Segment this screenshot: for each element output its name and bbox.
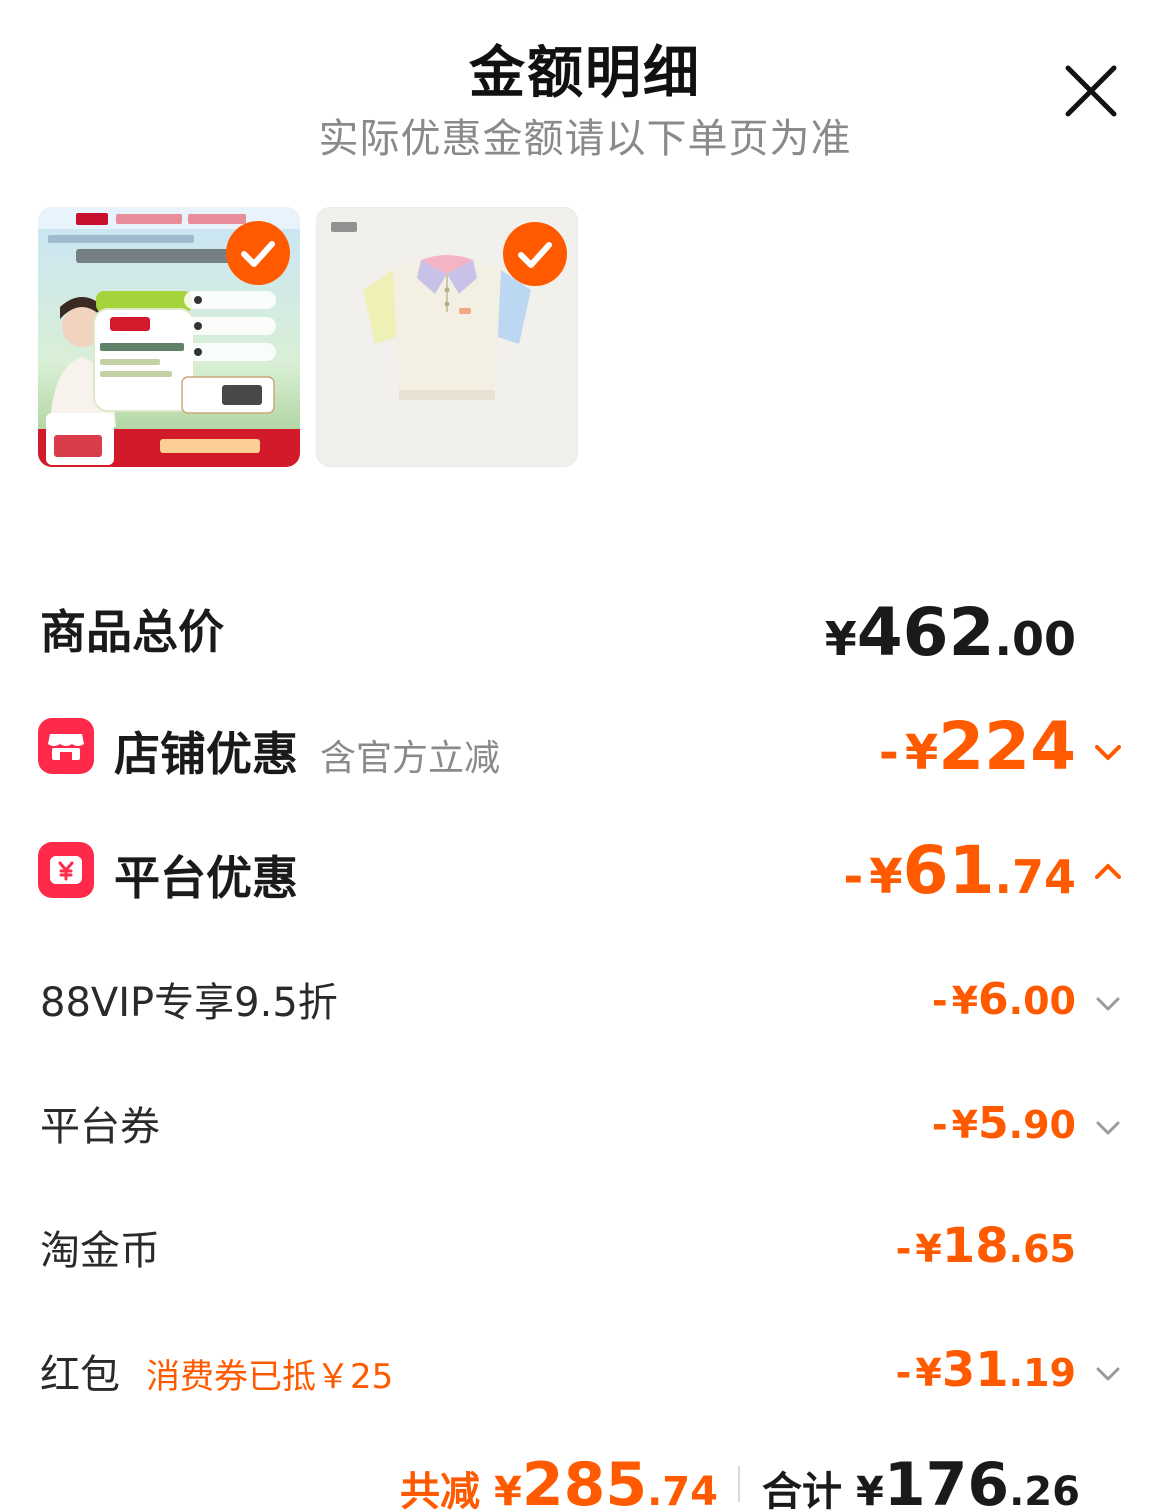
amount-decimal: .74 bbox=[647, 1469, 718, 1512]
currency-symbol: ¥ bbox=[915, 1227, 942, 1271]
yuan-coupon-icon bbox=[38, 842, 94, 898]
amount-decimal: .74 bbox=[994, 850, 1077, 904]
amount-integer: 462 bbox=[856, 594, 995, 671]
selected-check[interactable] bbox=[503, 222, 567, 286]
minus-sign: - bbox=[843, 849, 864, 905]
grand-total-label: 合计 bbox=[762, 1469, 842, 1512]
chevron-down-icon[interactable] bbox=[1090, 1356, 1126, 1392]
total-saved: 共减 ¥285.74 bbox=[400, 1450, 718, 1512]
detail-label: 红包 bbox=[40, 1352, 120, 1398]
sheet-header: 金额明细 实际优惠金额请以下单页为准 bbox=[0, 0, 1170, 180]
amount-integer: 31 bbox=[941, 1342, 1009, 1398]
platform-discount-label: 平台优惠 bbox=[114, 851, 298, 905]
footer-divider bbox=[738, 1466, 740, 1502]
minus-sign: - bbox=[931, 1103, 948, 1147]
grand-total: 合计 ¥176.26 bbox=[762, 1450, 1080, 1512]
minus-sign: - bbox=[895, 1351, 912, 1395]
shop-discount-row[interactable]: 店铺优惠 含官方立减 - ¥224 bbox=[0, 708, 1170, 788]
detail-row-taojinbi: 淘金币 - ¥18.65 bbox=[0, 1212, 1170, 1282]
minus-sign: - bbox=[895, 1227, 912, 1271]
currency-symbol: ¥ bbox=[869, 849, 903, 905]
amount-integer: 224 bbox=[938, 708, 1076, 785]
amount-integer: 6 bbox=[978, 974, 1009, 1025]
amount-integer: 285 bbox=[521, 1450, 648, 1512]
currency-symbol: ¥ bbox=[951, 1103, 979, 1147]
chevron-up-icon[interactable] bbox=[1090, 854, 1126, 890]
platform-discount-amount: - ¥61.74 bbox=[843, 832, 1076, 909]
currency-symbol: ¥ bbox=[904, 725, 939, 781]
amount-decimal: .00 bbox=[1008, 979, 1076, 1023]
close-icon[interactable] bbox=[1062, 62, 1120, 120]
amount-decimal: .26 bbox=[1009, 1469, 1080, 1512]
selected-check[interactable] bbox=[226, 221, 290, 285]
currency-symbol: ¥ bbox=[951, 979, 979, 1023]
amount-integer: 176 bbox=[883, 1450, 1010, 1512]
amount-decimal: .90 bbox=[1008, 1103, 1076, 1147]
total-price-row: 商品总价 ¥462.00 bbox=[0, 594, 1170, 671]
amount-decimal: .00 bbox=[994, 612, 1077, 666]
total-price-label: 商品总价 bbox=[40, 605, 224, 659]
currency-symbol: ¥ bbox=[915, 1351, 942, 1395]
amount-integer: 61 bbox=[902, 832, 995, 909]
detail-label: 平台券 bbox=[40, 1104, 160, 1150]
chevron-down-icon[interactable] bbox=[1090, 1110, 1126, 1146]
detail-label: 88VIP专享9.5折 bbox=[40, 980, 338, 1026]
product-thumb-polo[interactable] bbox=[316, 207, 578, 467]
amount-decimal: .19 bbox=[1008, 1351, 1076, 1395]
shop-icon bbox=[38, 718, 94, 774]
shop-discount-amount: - ¥224 bbox=[879, 708, 1076, 785]
detail-row-88vip[interactable]: 88VIP专享9.5折 - ¥6.00 bbox=[0, 964, 1170, 1034]
red-packet-label-group: 红包 消费券已抵￥25 bbox=[40, 1342, 393, 1400]
platform-discount-row[interactable]: 平台优惠 - ¥61.74 bbox=[0, 832, 1170, 912]
chevron-down-icon[interactable] bbox=[1090, 986, 1126, 1022]
amount-integer: 18 bbox=[941, 1218, 1009, 1274]
product-thumb-supplement[interactable] bbox=[38, 207, 300, 467]
detail-amount: - ¥6.00 bbox=[932, 974, 1076, 1025]
detail-row-red-packet[interactable]: 红包 消费券已抵￥25 - ¥31.19 bbox=[0, 1336, 1170, 1406]
minus-sign: - bbox=[931, 979, 948, 1023]
shop-discount-label: 店铺优惠 bbox=[114, 727, 298, 781]
currency-symbol: ¥ bbox=[856, 1469, 884, 1512]
detail-amount: - ¥31.19 bbox=[896, 1342, 1076, 1398]
detail-amount: - ¥5.90 bbox=[932, 1098, 1076, 1149]
shop-discount-label-group: 店铺优惠 含官方立减 bbox=[114, 718, 500, 784]
currency-symbol: ¥ bbox=[494, 1469, 522, 1512]
chevron-down-icon[interactable] bbox=[1090, 734, 1126, 770]
page-title: 金额明细 bbox=[469, 41, 701, 106]
minus-sign: - bbox=[878, 725, 899, 781]
currency-symbol: ¥ bbox=[824, 612, 857, 666]
red-packet-note: 消费券已抵￥25 bbox=[146, 1357, 394, 1397]
page-subtitle: 实际优惠金额请以下单页为准 bbox=[318, 116, 852, 162]
amount-decimal: .65 bbox=[1008, 1227, 1076, 1271]
detail-label: 淘金币 bbox=[40, 1228, 160, 1274]
total-saved-label: 共减 bbox=[400, 1469, 480, 1512]
detail-row-platform-coupon[interactable]: 平台券 - ¥5.90 bbox=[0, 1088, 1170, 1158]
detail-amount: - ¥18.65 bbox=[896, 1218, 1076, 1274]
checkmark-icon bbox=[518, 242, 552, 268]
shop-discount-note: 含官方立减 bbox=[320, 738, 501, 779]
total-price-amount: ¥462.00 bbox=[825, 594, 1076, 671]
checkmark-icon bbox=[241, 241, 275, 267]
summary-footer: 共减 ¥285.74 合计 ¥176.26 bbox=[0, 1440, 1170, 1512]
amount-integer: 5 bbox=[978, 1098, 1009, 1149]
